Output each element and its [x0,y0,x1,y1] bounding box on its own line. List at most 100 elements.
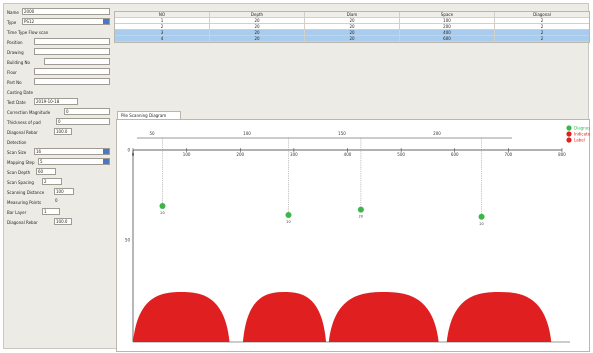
table-cell: 600 [400,36,495,41]
table-row[interactable]: 4 20 20 600 2 [115,36,589,42]
table-cell: 20 [210,36,305,41]
top-tick-label: 100 [243,131,251,136]
scan-size-row: Scan Size 16 [6,148,110,156]
x-tick-label: 700 [505,152,513,157]
name-label: Name [7,9,19,15]
casting-field[interactable] [46,88,110,95]
rebar-depth-label: 20 [479,222,483,226]
column-header[interactable]: Diagonal [495,12,589,17]
scan-depth-field[interactable]: 60 [36,168,56,175]
bar-layer-field[interactable]: 1 [42,208,60,215]
building-field[interactable] [44,58,110,65]
part-field[interactable] [34,78,110,85]
rebar-pos-field[interactable]: 100.0 [54,218,72,225]
mapping-select[interactable]: 5 [38,158,110,165]
scanning-distance-field[interactable]: 100 [54,188,74,195]
scanning-distance-label: Scanning Distance [7,189,45,195]
signal-hump [242,292,327,342]
drawing-field[interactable] [34,48,110,55]
rebar-depth-label: 20 [160,211,164,215]
rebar-pos-row: Diagonal Rebar 100.0 [6,218,110,226]
table-cell: 100 [400,18,495,23]
correction-field[interactable]: 0 [64,108,110,115]
position-row: Position [6,38,110,46]
test-date-field[interactable]: 2019-10-18 [34,98,78,105]
signal-hump [328,292,439,342]
detection-row: Detection [6,138,110,146]
scan-graph: 5010015020001002003004005006007008000502… [116,119,591,352]
scan-spacing-label: Scan Spacing [7,179,34,185]
tab-pile-scanning[interactable]: Pile Scanning Diagram [117,111,181,119]
building-label: Building No [7,59,30,65]
floor-row: Floor [6,68,110,76]
rebar-diam-field[interactable]: 100.0 [54,128,72,135]
legend-label: Label [574,138,585,143]
top-tick-label: 50 [149,131,155,136]
type-select[interactable]: PS12 [22,18,110,25]
thickness-row: Thickness of pad 0 [6,118,110,126]
scan-spacing-row: Scan Spacing 2 [6,178,110,186]
table-cell: 2 [540,30,544,35]
legend-marker [566,125,572,131]
tower-label: Time Type Flow scan [7,29,49,35]
legend-marker [566,131,572,137]
correction-label: Correction Magnitude [7,109,51,115]
rebar-marker [285,212,292,218]
column-header[interactable]: Depth [210,12,305,17]
rebar-marker [357,206,364,213]
rebar-diam-label: Diagonal Rebar [7,129,38,135]
rebar-marker [159,203,166,209]
table-cell: 20 [305,30,400,35]
table-cell: 4 [115,36,210,41]
casting-row: Casting Date [6,88,110,96]
top-tick-label: 200 [433,131,441,136]
column-header[interactable]: NO [115,12,210,17]
rebar-pos-label: Diagonal Rebar [7,219,38,225]
position-field[interactable] [34,38,110,45]
legend-label: Diagnos [574,126,590,131]
signal-hump [133,292,230,342]
scan-size-label: Scan Size [7,149,27,155]
measuring-points-row: Measuring Points 0 [6,198,110,206]
tower-row: Time Type Flow scan [6,28,110,36]
thickness-label: Thickness of pad [7,119,41,125]
floor-label: Floor [7,69,17,75]
drawing-row: Drawing [6,48,110,56]
y-tick-label: 50 [125,238,131,243]
scan-depth-label: Scan Depth [7,169,31,175]
parameter-panel: Name 2000 Type PS12 Time Type Flow scan … [6,6,110,346]
table-cell: 2 [540,24,544,29]
x-tick-label: 800 [558,152,566,157]
top-tick-label: 150 [338,131,346,136]
table-cell: 3 [115,30,210,35]
y-tick-label: 0 [127,148,130,153]
thickness-field[interactable]: 0 [56,118,110,125]
column-header[interactable]: Diam [305,12,400,17]
rebar-depth-label: 20 [359,215,363,219]
table-cell: 2 [540,36,544,41]
column-header[interactable]: Space [400,12,495,17]
scan-size-select[interactable]: 16 [34,148,110,155]
floor-field[interactable] [34,68,110,75]
rebar-table: NO Depth Diam Space Diagonal 1 20 20 100 2 2 20 20 2… [114,11,590,43]
name-field[interactable]: 2000 [22,8,110,15]
position-label: Position [7,39,23,45]
signal-hump [446,292,552,342]
mapping-row: Mapping Step 5 [6,158,110,166]
table-cell: 1 [115,18,210,23]
measuring-points-label: Measuring Points [7,199,42,205]
x-tick-label: 300 [290,152,298,157]
x-tick-label: 100 [183,152,191,157]
drawing-label: Drawing [7,49,24,55]
measuring-points-value: 0 [55,198,58,203]
test-date-label: Test Date [7,99,26,105]
bar-layer-label: Bar Layer [7,209,27,215]
rebar-depth-label: 20 [286,220,290,224]
table-cell: 20 [305,36,400,41]
scan-spacing-field[interactable]: 2 [42,178,62,185]
legend-marker [566,137,572,143]
part-label: Part No [7,79,22,85]
scan-depth-row: Scan Depth 60 [6,168,110,176]
x-tick-label: 400 [344,152,352,157]
scanning-distance-row: Scanning Distance 100 [6,188,110,196]
